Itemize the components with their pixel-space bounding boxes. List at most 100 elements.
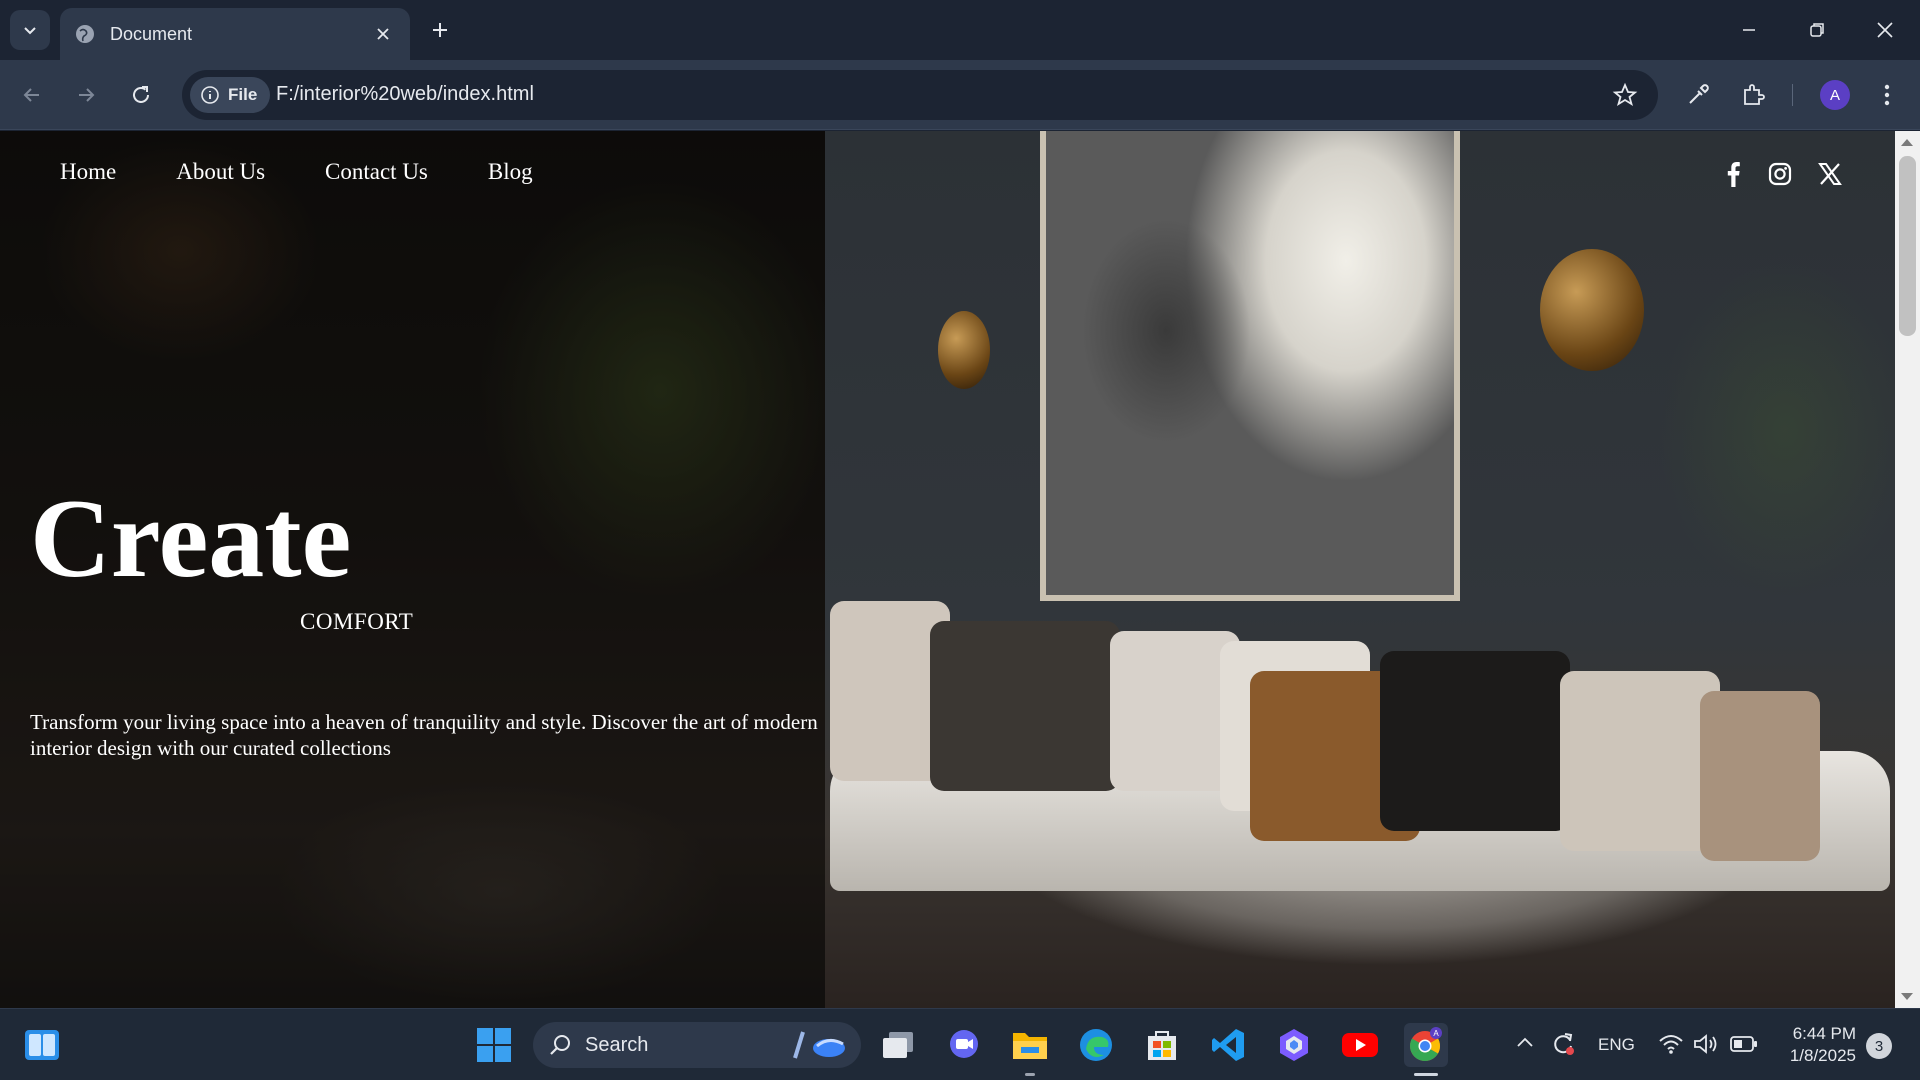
store-icon [1148, 1031, 1176, 1060]
close-tab-button[interactable] [370, 21, 396, 47]
site-info-chip[interactable]: File [190, 77, 270, 113]
reload-icon [133, 86, 149, 103]
language-indicator[interactable]: ENG [1598, 1035, 1635, 1055]
cushion [1560, 671, 1720, 851]
vscode-icon [1212, 1029, 1244, 1061]
scroll-thumb[interactable] [1899, 156, 1916, 336]
chevron-up-icon[interactable] [1516, 1035, 1534, 1049]
wall-sconce-right [1540, 249, 1644, 371]
menu-button[interactable] [1869, 77, 1905, 113]
address-bar[interactable]: File F:/interior%20web/index.html [182, 70, 1658, 120]
scroll-down-arrow[interactable] [1901, 993, 1913, 1000]
eyedropper-icon [1689, 84, 1709, 104]
nav-link-about[interactable]: About Us [176, 159, 265, 185]
notification-badge[interactable]: 3 [1866, 1033, 1892, 1059]
profile-avatar[interactable]: A [1820, 80, 1850, 110]
taskbar-search[interactable]: Search [533, 1022, 861, 1068]
globe-icon [76, 25, 94, 43]
toolbar-divider [1792, 84, 1793, 106]
hero-description: Transform your living space into a heave… [30, 710, 818, 760]
cushion [1700, 691, 1820, 861]
wifi-icon[interactable] [1658, 1033, 1684, 1055]
taskbar: Search A ENG 6:44 PM 1/8/2025 3 [0, 1008, 1920, 1080]
chrome-button[interactable]: A [1404, 1023, 1448, 1067]
tab-search-button[interactable] [10, 10, 50, 50]
x-icon [1818, 163, 1842, 185]
youtube-icon [1342, 1033, 1378, 1057]
extensions-button[interactable] [1735, 77, 1771, 113]
minimize-icon [1743, 29, 1755, 31]
browser-toolbar: File F:/interior%20web/index.html A [0, 60, 1920, 130]
sync-icon[interactable] [1550, 1031, 1576, 1057]
file-explorer-button[interactable] [1008, 1023, 1052, 1067]
close-icon [1877, 22, 1893, 38]
scroll-up-arrow[interactable] [1901, 139, 1913, 146]
back-button[interactable] [12, 75, 52, 115]
start-button[interactable] [472, 1023, 516, 1067]
info-icon [201, 86, 219, 104]
volume-icon[interactable] [1693, 1033, 1719, 1055]
instagram-icon [1768, 162, 1792, 186]
new-tab-button[interactable] [424, 14, 456, 46]
running-indicator [1025, 1073, 1035, 1076]
facebook-link[interactable] [1718, 159, 1748, 189]
vscode-button[interactable] [1206, 1023, 1250, 1067]
wall-sconce-left [938, 311, 990, 389]
nav-link-contact[interactable]: Contact Us [325, 159, 428, 185]
clock-time: 6:44 PM [1792, 1024, 1856, 1043]
nav-link-home[interactable]: Home [60, 159, 116, 185]
chevron-down-icon [24, 27, 36, 35]
search-highlight-icon [793, 1031, 845, 1059]
battery-icon[interactable] [1730, 1035, 1758, 1053]
search-icon [550, 1035, 570, 1055]
copilot-button[interactable] [1272, 1023, 1316, 1067]
task-view-button[interactable] [876, 1023, 920, 1067]
edge-button[interactable] [1074, 1023, 1118, 1067]
windows-logo-icon [477, 1028, 511, 1062]
tab-title: Document [110, 23, 193, 44]
site-info-label: File [228, 85, 258, 104]
hero-subtitle: COMFORT [300, 609, 414, 634]
restore-icon [1810, 23, 1824, 37]
task-view-icon [883, 1032, 913, 1058]
youtube-button[interactable] [1338, 1023, 1382, 1067]
cushion [930, 621, 1120, 791]
chat-icon [950, 1030, 978, 1058]
site-nav: Home About Us Contact Us Blog [60, 159, 533, 185]
more-vertical-icon [1884, 84, 1890, 106]
wall-art-image [1040, 131, 1460, 601]
restore-button[interactable] [1794, 8, 1840, 52]
x-link[interactable] [1815, 159, 1845, 189]
bookmark-star-icon[interactable] [1612, 82, 1638, 108]
system-clock[interactable]: 6:44 PM 1/8/2025 [1772, 1023, 1856, 1067]
forward-button[interactable] [66, 75, 106, 115]
teams-chat-button[interactable] [942, 1023, 986, 1067]
browser-tab[interactable]: Document [60, 8, 410, 60]
clock-date: 1/8/2025 [1789, 1046, 1856, 1065]
facebook-icon [1727, 162, 1740, 187]
active-app-indicator [1414, 1073, 1438, 1076]
page-viewport: Home About Us Contact Us Blog Create COM… [0, 131, 1895, 1008]
arrow-right-icon [79, 88, 95, 102]
eyedropper-button[interactable] [1680, 77, 1716, 113]
hero-title: Create [30, 477, 352, 601]
minimize-button[interactable] [1726, 8, 1772, 52]
close-window-button[interactable] [1862, 8, 1908, 52]
widgets-icon [25, 1030, 59, 1060]
url-text[interactable]: F:/interior%20web/index.html [276, 83, 534, 106]
arrow-left-icon [23, 88, 39, 102]
store-button[interactable] [1140, 1023, 1184, 1067]
reload-button[interactable] [121, 75, 161, 115]
plus-icon [433, 23, 447, 37]
close-icon [377, 28, 389, 40]
widgets-button[interactable] [20, 1023, 64, 1067]
instagram-link[interactable] [1765, 159, 1795, 189]
cushion [1380, 651, 1570, 831]
chrome-icon: A [1409, 1027, 1442, 1062]
tab-strip: Document [0, 0, 1920, 60]
page-scrollbar[interactable] [1895, 131, 1920, 1008]
puzzle-icon [1744, 84, 1765, 105]
copilot-icon [1280, 1029, 1308, 1061]
edge-icon [1080, 1029, 1112, 1061]
nav-link-blog[interactable]: Blog [488, 159, 533, 185]
